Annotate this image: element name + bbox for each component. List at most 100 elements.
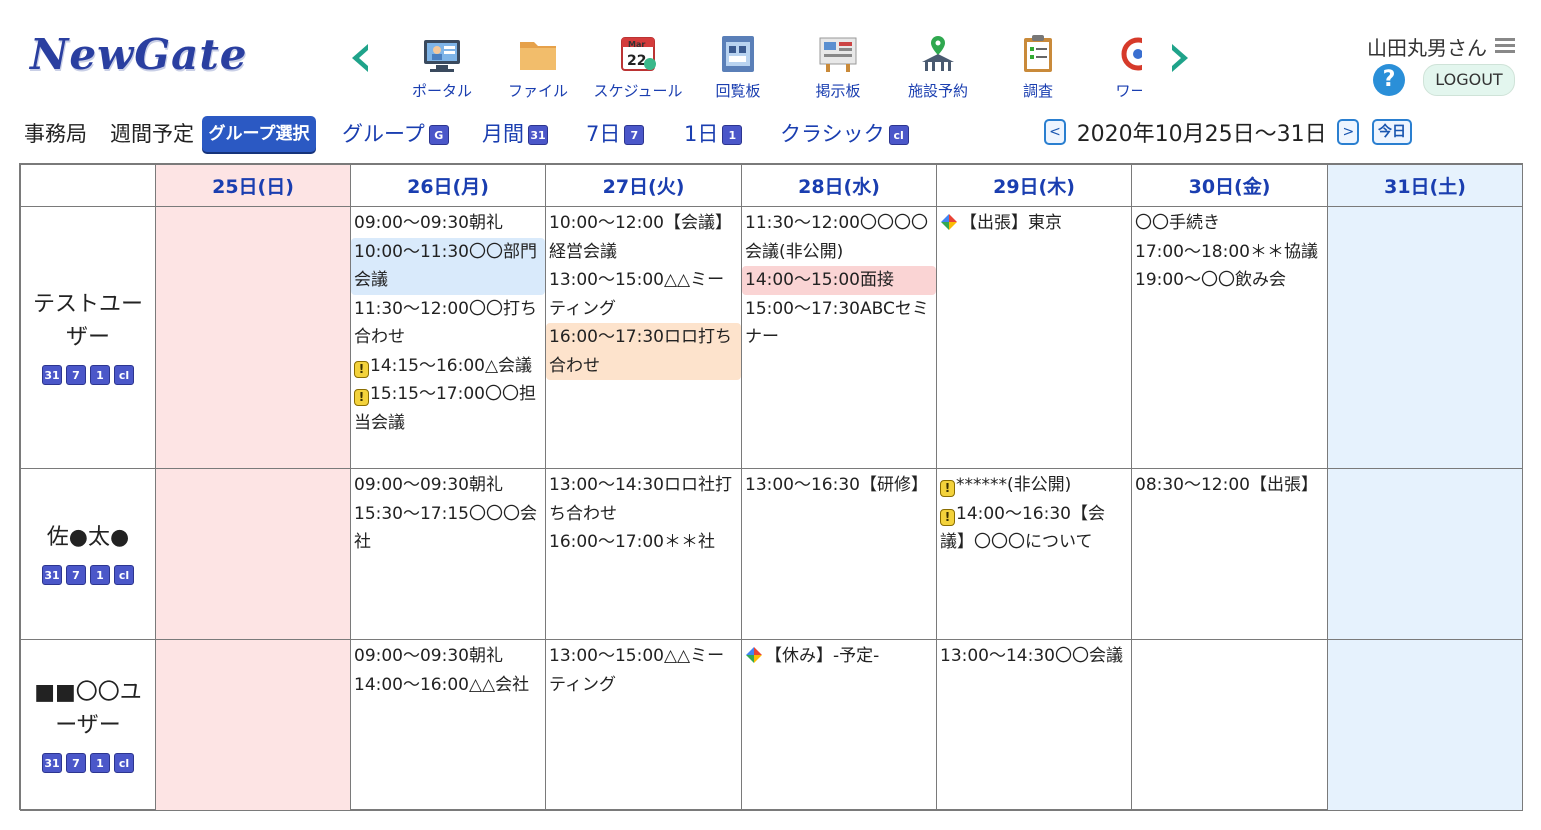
day-header[interactable]: 31日(土)	[1327, 164, 1523, 207]
user-row-name[interactable]: ■■〇〇ユーザー	[25, 676, 151, 742]
app-bar-prev-arrow[interactable]	[346, 40, 374, 76]
day-cell[interactable]: ! ******(非公開)! 14:00〜16:30【会議】〇〇〇について	[936, 468, 1132, 640]
schedule-event[interactable]: 13:00〜14:30ロロ社打ち合わせ	[546, 471, 741, 528]
schedule-event[interactable]: ! 14:15〜16:00△会議	[351, 352, 545, 381]
user-week-view-icon[interactable]: 7	[66, 365, 86, 385]
schedule-event[interactable]: ! ******(非公開)	[937, 471, 1131, 500]
user-day-view-icon[interactable]: 1	[90, 565, 110, 585]
schedule-event[interactable]: 16:00〜17:30ロロ打ち合わせ	[546, 323, 741, 380]
logout-button[interactable]: LOGOUT	[1423, 64, 1515, 96]
view-link-classic[interactable]: クラシック cl	[780, 118, 909, 148]
user-row: 佐●太● 31 7 1 cl 09:00〜09:30朝礼 15:30〜17:15〇〇〇会社 1…	[20, 468, 1523, 640]
app-facility[interactable]: 施設予約	[888, 30, 988, 102]
app-schedule[interactable]: Mar 22 スケジュール	[588, 30, 688, 102]
schedule-event[interactable]: 11:30〜12:00〇〇打ち合わせ	[351, 295, 545, 352]
user-row-name[interactable]: テストユーザー	[25, 288, 151, 354]
day-cell[interactable]: 13:00〜14:30〇〇会議	[936, 639, 1132, 811]
day-cell[interactable]	[155, 639, 351, 811]
day-cell[interactable]	[1131, 639, 1328, 811]
user-week-view-icon[interactable]: 7	[66, 752, 86, 773]
schedule-event[interactable]: 10:00〜12:00【会議】経営会議	[546, 209, 741, 266]
day-cell[interactable]	[1327, 468, 1523, 640]
schedule-event[interactable]: 17:00〜18:00＊＊協議	[1132, 238, 1327, 267]
day-cell[interactable]	[155, 468, 351, 640]
day-header[interactable]: 26日(月)	[350, 164, 546, 207]
schedule-event[interactable]: 14:00〜15:00面接	[742, 266, 936, 295]
calendar-icon-month: Mar	[628, 40, 645, 49]
day-header[interactable]: 27日(火)	[545, 164, 742, 207]
view-link-7day[interactable]: 7日 7	[586, 118, 645, 148]
day-cell[interactable]	[1327, 639, 1523, 811]
day-header[interactable]: 25日(日)	[155, 164, 351, 207]
app-workflow[interactable]: ワーク	[1088, 30, 1142, 102]
hamburger-menu-icon[interactable]	[1495, 38, 1515, 54]
user-month-view-icon[interactable]: 31	[42, 365, 62, 385]
app-circular[interactable]: 回覧板	[688, 30, 788, 102]
schedule-event[interactable]: 09:00〜09:30朝礼	[351, 642, 545, 671]
schedule-event-text: 15:30〜17:15〇〇〇会社	[354, 503, 537, 553]
schedule-event[interactable]: 19:00〜〇〇飲み会	[1132, 266, 1327, 295]
day-cell[interactable]: 〇〇手続き 17:00〜18:00＊＊協議 19:00〜〇〇飲み会	[1131, 206, 1328, 469]
schedule-event[interactable]: 〇〇手続き	[1132, 209, 1327, 238]
schedule-event[interactable]: 08:30〜12:00【出張】	[1132, 471, 1327, 500]
app-bulletin[interactable]: 掲示板	[788, 30, 888, 102]
user-classic-view-icon[interactable]: cl	[114, 565, 134, 585]
schedule-event[interactable]: ! 15:15〜17:00〇〇担当会議	[351, 380, 545, 437]
view-link-month[interactable]: 月間 31	[482, 118, 548, 148]
prev-week-button[interactable]: <	[1044, 119, 1066, 145]
user-classic-view-icon[interactable]: cl	[114, 365, 134, 385]
app-bar-next-arrow[interactable]	[1166, 40, 1194, 76]
day-cell[interactable]: 09:00〜09:30朝礼 14:00〜16:00△△会社	[350, 639, 546, 811]
schedule-event[interactable]: 13:00〜15:00△△ミーティング	[546, 266, 741, 323]
day-cell[interactable]: 13:00〜14:30ロロ社打ち合わせ 16:00〜17:00＊＊社	[545, 468, 742, 640]
day-cell[interactable]: 【休み】-予定-	[741, 639, 937, 811]
app-file[interactable]: ファイル	[488, 30, 588, 102]
schedule-event[interactable]: 10:00〜11:30〇〇部門会議	[351, 237, 545, 295]
day-cell[interactable]: 13:00〜16:30【研修】	[741, 468, 937, 640]
user-day-view-icon[interactable]: 1	[90, 752, 110, 773]
schedule-event[interactable]: 【休み】-予定-	[742, 642, 936, 671]
schedule-event[interactable]: 16:00〜17:00＊＊社	[546, 528, 741, 557]
day-header[interactable]: 29日(木)	[936, 164, 1132, 207]
schedule-event[interactable]: ! 14:00〜16:30【会議】〇〇〇について	[937, 500, 1131, 557]
schedule-event[interactable]: 11:30〜12:00〇〇〇〇会議(非公開)	[742, 209, 936, 266]
help-icon[interactable]: ?	[1373, 64, 1405, 96]
schedule-event[interactable]: 15:00〜17:30ABCセミナー	[742, 295, 936, 352]
day-cell[interactable]: 10:00〜12:00【会議】経営会議 13:00〜15:00△△ミーティング 16…	[545, 206, 742, 469]
user-row-name[interactable]: 佐●太●	[25, 521, 151, 554]
app-workflow-label: ワーク	[1115, 82, 1142, 100]
schedule-event[interactable]: 09:00〜09:30朝礼	[351, 471, 545, 500]
user-day-view-icon[interactable]: 1	[90, 365, 110, 385]
schedule-event[interactable]: 13:00〜14:30〇〇会議	[937, 642, 1131, 671]
day-header[interactable]: 30日(金)	[1131, 164, 1328, 207]
user-month-view-icon[interactable]: 31	[42, 752, 62, 773]
user-classic-view-icon[interactable]: cl	[114, 752, 134, 773]
view-title: 週間予定	[110, 122, 194, 146]
day-cell[interactable]	[155, 206, 351, 469]
view-link-group[interactable]: グループ G	[342, 118, 449, 148]
group-select-button[interactable]: グループ選択	[202, 116, 316, 152]
schedule-event[interactable]: 13:00〜16:30【研修】	[742, 471, 936, 500]
schedule-event[interactable]: 15:30〜17:15〇〇〇会社	[351, 500, 545, 557]
day-cell[interactable]: 11:30〜12:00〇〇〇〇会議(非公開) 14:00〜15:00面接 15:00…	[741, 206, 937, 469]
schedule-event[interactable]: 【出張】東京	[937, 209, 1131, 238]
schedule-event[interactable]: 09:00〜09:30朝礼	[351, 209, 545, 238]
app-survey[interactable]: 調査	[988, 30, 1088, 102]
schedule-event[interactable]: 13:00〜15:00△△ミーティング	[546, 642, 741, 699]
schedule-event[interactable]: 14:00〜16:00△△会社	[351, 671, 545, 700]
day-cell[interactable]: 【出張】東京	[936, 206, 1132, 469]
day-header[interactable]: 28日(水)	[741, 164, 937, 207]
user-month-view-icon[interactable]: 31	[42, 565, 62, 585]
today-button[interactable]: 今日	[1372, 119, 1413, 145]
newgate-logo[interactable]: NewGate	[30, 30, 250, 86]
day-cell[interactable]: 13:00〜15:00△△ミーティング	[545, 639, 742, 811]
next-week-button[interactable]: >	[1337, 119, 1360, 145]
view-link-1day[interactable]: 1日 1	[684, 118, 743, 148]
day-cell[interactable]	[1327, 206, 1523, 469]
calendar-link-icon	[746, 647, 762, 663]
day-cell[interactable]: 08:30〜12:00【出張】	[1131, 468, 1328, 640]
user-week-view-icon[interactable]: 7	[66, 565, 86, 585]
day-cell[interactable]: 09:00〜09:30朝礼 15:30〜17:15〇〇〇会社	[350, 468, 546, 640]
app-portal[interactable]: ポータル	[392, 30, 492, 102]
day-cell[interactable]: 09:00〜09:30朝礼 10:00〜11:30〇〇部門会議 11:30〜12:0…	[350, 206, 546, 469]
